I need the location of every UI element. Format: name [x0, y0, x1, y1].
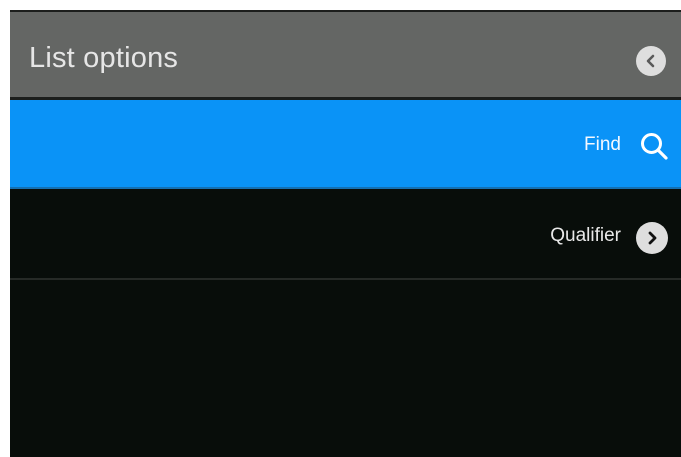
back-button[interactable]: [636, 46, 666, 76]
chevron-right-icon: [648, 231, 657, 245]
search-icon: [641, 133, 668, 160]
chevron-right-circle-icon: [636, 222, 668, 254]
menu-item-qualifier[interactable]: Qualifier: [10, 191, 681, 280]
menu-item-find[interactable]: Find: [10, 100, 681, 189]
page-title: List options: [29, 42, 179, 74]
list-options-screen: List options Find Qualifier: [10, 10, 681, 457]
menu-item-label: Find: [584, 134, 621, 155]
menu-item-label: Qualifier: [550, 225, 621, 246]
chevron-left-icon: [646, 54, 655, 68]
header-bar: List options: [10, 10, 681, 100]
